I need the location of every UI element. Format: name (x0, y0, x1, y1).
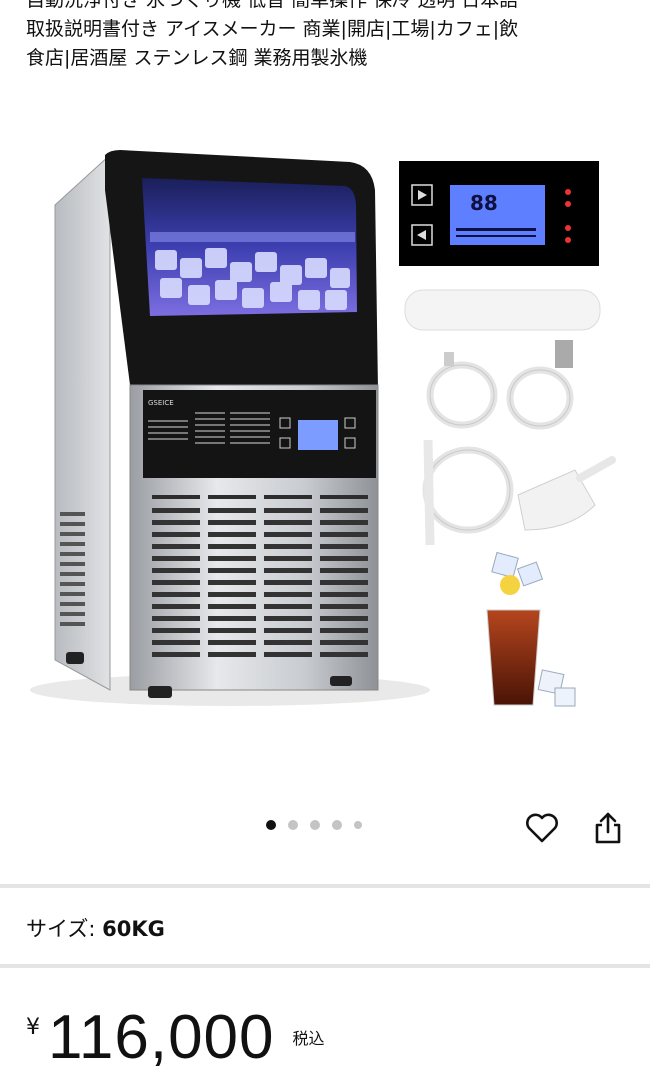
heart-icon (526, 813, 558, 843)
price-amount: 116,000 (48, 1003, 275, 1072)
pager-dot[interactable] (354, 821, 362, 829)
favorite-button[interactable] (522, 808, 562, 848)
currency-symbol: ¥ (26, 1015, 40, 1040)
title-line: 自動洗浄付き 氷つくり機 低音 簡単操作 保冷 透明 日本語 (26, 0, 519, 11)
size-label: サイズ: (26, 917, 96, 941)
tax-note: 税込 (292, 1029, 325, 1048)
pager-dot[interactable] (266, 820, 276, 830)
divider (0, 964, 650, 968)
price: ¥ 116,000 税込 (26, 1003, 325, 1073)
size-value: 60KG (102, 917, 165, 941)
title-line: 食店|居酒屋 ステンレス鋼 業務用製氷機 (26, 47, 368, 69)
title-line: 取扱説明書付き アイスメーカー 商業|開店|工場|カフェ|飲 (26, 18, 519, 40)
pager-dot[interactable] (288, 820, 298, 830)
lcd-digits: 88 (470, 191, 498, 215)
pager-dot[interactable] (332, 820, 342, 830)
share-button[interactable] (588, 808, 628, 848)
divider (0, 884, 650, 888)
share-icon (595, 812, 621, 844)
size-selector[interactable]: サイズ: 60KG (26, 913, 165, 943)
product-image[interactable]: GSEICE 88 (0, 130, 650, 730)
product-title: 自動洗浄付き 氷つくり機 低音 簡単操作 保冷 透明 日本語 取扱説明書付き ア… (26, 0, 626, 73)
image-pager[interactable] (266, 820, 362, 830)
pager-dot[interactable] (310, 820, 320, 830)
brand-mark: GSEICE (148, 399, 174, 407)
